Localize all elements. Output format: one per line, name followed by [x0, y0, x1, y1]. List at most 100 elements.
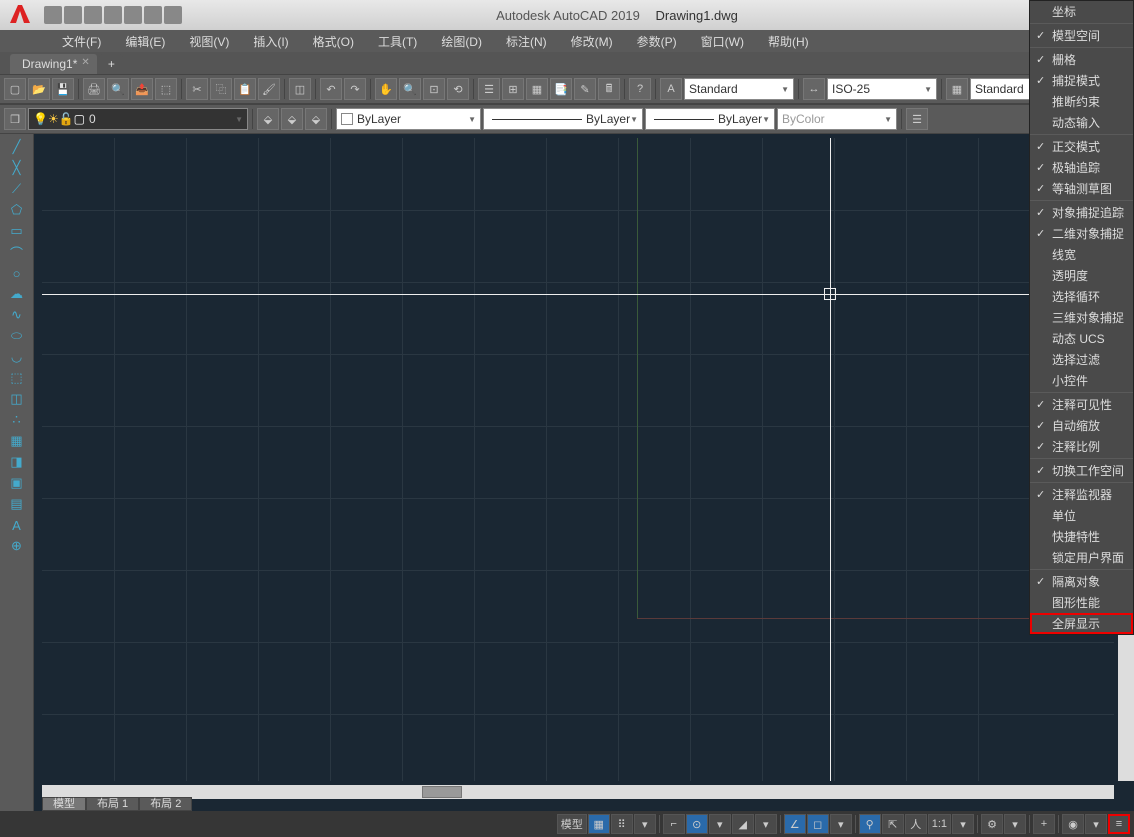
ctx-item[interactable]: ✓捕捉模式 — [1030, 70, 1133, 91]
document-tab[interactable]: Drawing1* ✕ — [10, 54, 97, 74]
menu-item[interactable]: 插入(I) — [241, 30, 300, 52]
mtext-tool-icon[interactable]: A — [8, 516, 26, 534]
new-icon[interactable]: ▢ — [4, 78, 26, 100]
layer-combo[interactable]: 💡☀🔓▢ 0▼ — [28, 108, 248, 130]
region-tool-icon[interactable]: ▣ — [8, 474, 26, 492]
preview-icon[interactable]: 🔍 — [107, 78, 129, 100]
qat-saveas-icon[interactable] — [104, 6, 122, 24]
table-tool-icon[interactable]: ▤ — [8, 495, 26, 513]
status-polar-icon[interactable]: ⊙ — [686, 814, 708, 834]
copy-icon[interactable]: ⿻ — [210, 78, 232, 100]
zoom-prev-icon[interactable]: ⟲ — [447, 78, 469, 100]
help-icon[interactable]: ? — [629, 78, 651, 100]
ctx-item[interactable]: 线宽 — [1030, 244, 1133, 265]
3dprint-icon[interactable]: ⬚ — [155, 78, 177, 100]
ctx-item[interactable]: 选择过滤 — [1030, 349, 1133, 370]
zoom-window-icon[interactable]: ⊡ — [423, 78, 445, 100]
qat-open-icon[interactable] — [64, 6, 82, 24]
qat-save-icon[interactable] — [84, 6, 102, 24]
status-polar-dropdown[interactable]: ▾ — [709, 814, 731, 834]
horizontal-scrollbar[interactable] — [42, 785, 1114, 799]
status-annomonitor-icon[interactable]: + — [1033, 814, 1055, 834]
ellipse-arc-icon[interactable]: ◡ — [8, 348, 26, 366]
ctx-item[interactable]: ✓等轴测草图 — [1030, 178, 1133, 199]
menu-item[interactable]: 编辑(E) — [113, 30, 177, 52]
polyline-tool-icon[interactable]: ⟋ — [8, 180, 26, 198]
menu-item[interactable]: 工具(T) — [366, 30, 429, 52]
insert-block-icon[interactable]: ⬚ — [8, 369, 26, 387]
dim-style-icon[interactable]: ↔ — [803, 78, 825, 100]
ellipse-tool-icon[interactable]: ⬭ — [8, 327, 26, 345]
ctx-item[interactable]: 推断约束 — [1030, 91, 1133, 112]
status-ortho-icon[interactable]: ⌐ — [663, 814, 685, 834]
status-workspace-dropdown[interactable]: ▾ — [1004, 814, 1026, 834]
status-snap-dropdown[interactable]: ▾ — [634, 814, 656, 834]
ctx-item[interactable]: ✓模型空间 — [1030, 25, 1133, 46]
ctx-item[interactable]: ✓自动缩放 — [1030, 415, 1133, 436]
status-customize-icon[interactable]: ≡ — [1108, 814, 1130, 834]
block-editor-icon[interactable]: ◫ — [289, 78, 311, 100]
markup-icon[interactable]: ✎ — [574, 78, 596, 100]
polygon-tool-icon[interactable]: ⬠ — [8, 201, 26, 219]
rectangle-tool-icon[interactable]: ▭ — [8, 222, 26, 240]
ctx-item[interactable]: 动态输入 — [1030, 112, 1133, 133]
ctx-item[interactable]: ✓隔离对象 — [1030, 571, 1133, 592]
add-selected-icon[interactable]: ⊕ — [8, 537, 26, 555]
paste-icon[interactable]: 📋 — [234, 78, 256, 100]
ctx-item[interactable]: 动态 UCS — [1030, 328, 1133, 349]
ctx-item[interactable]: ✓切换工作空间 — [1030, 460, 1133, 481]
qat-undo-icon[interactable] — [144, 6, 162, 24]
text-style-combo[interactable]: Standard▼ — [684, 78, 794, 100]
status-isolate-dropdown[interactable]: ▾ — [1085, 814, 1107, 834]
tab-add-button[interactable]: + — [99, 54, 123, 74]
tool-palette-icon[interactable]: ▦ — [526, 78, 548, 100]
layout-tab[interactable]: 模型 — [42, 797, 86, 811]
sheetset-icon[interactable]: 📑 — [550, 78, 572, 100]
plot-style-combo[interactable]: ByColor▼ — [777, 108, 897, 130]
pan-icon[interactable]: ✋ — [375, 78, 397, 100]
ctx-item[interactable]: ✓二维对象捕捉 — [1030, 223, 1133, 244]
ctx-item[interactable]: 三维对象捕捉 — [1030, 307, 1133, 328]
table-style-icon[interactable]: ▦ — [946, 78, 968, 100]
ctx-item[interactable]: ✓极轴追踪 — [1030, 157, 1133, 178]
print-icon[interactable]: 🖨 — [83, 78, 105, 100]
status-otrack-icon[interactable]: ∠ — [784, 814, 806, 834]
status-isolate-icon[interactable]: ◉ — [1062, 814, 1084, 834]
status-scale-dropdown[interactable]: ▾ — [952, 814, 974, 834]
circle-tool-icon[interactable]: ○ — [8, 264, 26, 282]
cut-icon[interactable]: ✂ — [186, 78, 208, 100]
status-snap-icon[interactable]: ⠿ — [611, 814, 633, 834]
layout-tab[interactable]: 布局 2 — [139, 797, 192, 811]
status-model[interactable]: 模型 — [557, 814, 587, 834]
color-combo[interactable]: ByLayer▼ — [336, 108, 481, 130]
spline-tool-icon[interactable]: ∿ — [8, 306, 26, 324]
status-osnap-icon[interactable]: ◻ — [807, 814, 829, 834]
design-center-icon[interactable]: ⊞ — [502, 78, 524, 100]
zoom-icon[interactable]: 🔍 — [399, 78, 421, 100]
ctx-item[interactable]: 选择循环 — [1030, 286, 1133, 307]
revision-cloud-icon[interactable]: ☁ — [8, 285, 26, 303]
open-icon[interactable]: 📂 — [28, 78, 50, 100]
layer-manager-icon[interactable]: ❒ — [4, 108, 26, 130]
quickcalc-icon[interactable]: 🖩 — [598, 78, 620, 100]
ctx-item[interactable]: ✓栅格 — [1030, 49, 1133, 70]
status-annoscale-icon[interactable]: 人 — [905, 814, 927, 834]
status-autoscale-icon[interactable]: ⇱ — [882, 814, 904, 834]
status-grid-icon[interactable]: ▦ — [588, 814, 610, 834]
status-annovisibility-icon[interactable]: ⚲ — [859, 814, 881, 834]
ctx-item[interactable]: 透明度 — [1030, 265, 1133, 286]
menu-item[interactable]: 文件(F) — [50, 30, 113, 52]
status-iso-dropdown[interactable]: ▾ — [755, 814, 777, 834]
menu-item[interactable]: 视图(V) — [177, 30, 241, 52]
ctx-item[interactable]: 坐标 — [1030, 1, 1133, 22]
layer-filter2-icon[interactable]: ⬙ — [281, 108, 303, 130]
ctx-item[interactable]: ✓对象捕捉追踪 — [1030, 202, 1133, 223]
ctx-item[interactable]: 全屏显示 — [1030, 613, 1133, 634]
ctx-item[interactable]: ✓注释比例 — [1030, 436, 1133, 457]
app-logo[interactable] — [0, 0, 40, 30]
status-iso-icon[interactable]: ◢ — [732, 814, 754, 834]
ctx-item[interactable]: ✓正交模式 — [1030, 136, 1133, 157]
layer-filter1-icon[interactable]: ⬙ — [257, 108, 279, 130]
ctx-item[interactable]: 快捷特性 — [1030, 526, 1133, 547]
line-tool-icon[interactable]: ╱ — [8, 138, 26, 156]
